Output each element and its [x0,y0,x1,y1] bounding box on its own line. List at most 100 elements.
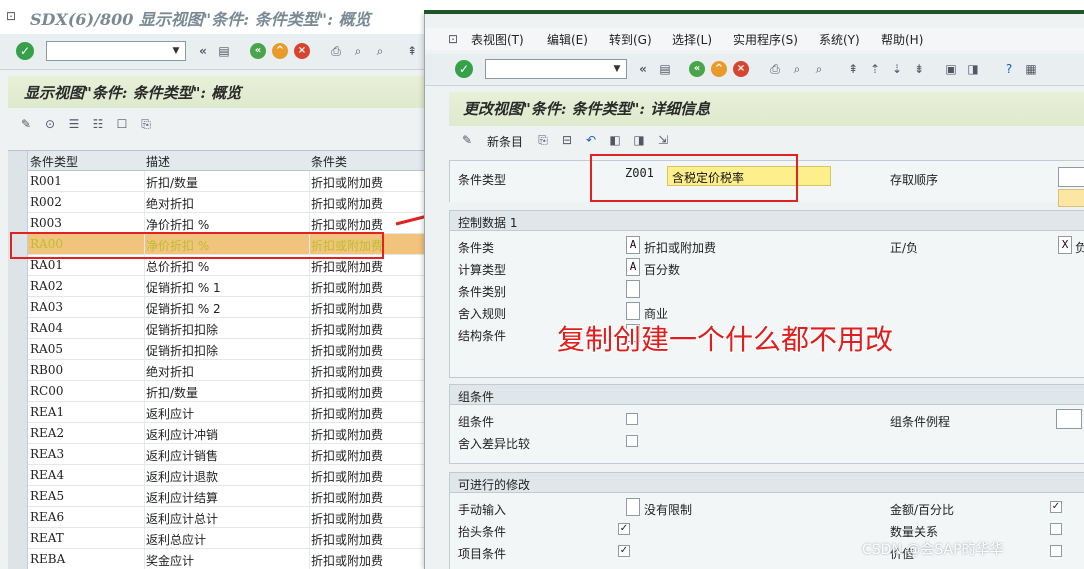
window-menu-icon[interactable]: ⊡ [6,9,20,23]
display-change-icon[interactable]: ✎ [18,116,34,132]
select-block-icon[interactable]: ☷ [90,116,106,132]
enter-icon[interactable]: ✓ [455,60,473,78]
table-row[interactable]: RB00 绝对折扣 折扣或附加费 [8,360,440,381]
row-selector[interactable] [8,465,28,486]
first-page-icon[interactable]: ⇞ [845,61,861,77]
find-icon[interactable]: ⌕ [350,43,366,59]
table-row[interactable]: REA6 返利应计总计 折扣或附加费 [8,507,440,528]
find-next-icon[interactable]: ⌕ [811,61,827,77]
chevron-down-icon[interactable]: ▼ [168,42,184,60]
next-entry-icon[interactable]: ◨ [631,132,647,148]
table-row[interactable]: R001 折扣/数量 折扣或附加费 [8,171,440,192]
row-selector[interactable] [8,171,28,192]
table-row[interactable]: REA3 返利应计销售 折扣或附加费 [8,444,440,465]
exit-icon[interactable]: ^ [272,43,288,59]
command-field[interactable]: ▼ [46,41,186,61]
table-row[interactable]: RA02 促销折扣 % 1 折扣或附加费 [8,276,440,297]
history-back-icon[interactable]: « [195,43,211,59]
enter-icon[interactable]: ✓ [16,42,34,60]
row-selector[interactable] [8,402,28,423]
row-selector[interactable] [8,276,28,297]
new-entries-button[interactable]: 新条目 [487,133,523,150]
find-icon[interactable]: ⌕ [789,61,805,77]
help-icon[interactable]: ? [1001,61,1017,77]
row-selector[interactable] [8,192,28,213]
table-row[interactable]: REA4 返利应计退款 折扣或附加费 [8,465,440,486]
details-icon[interactable]: ⊙ [42,116,58,132]
delete-icon[interactable]: ⊟ [559,132,575,148]
column-header-cond-type[interactable]: 条件类型 [30,153,78,170]
print-icon[interactable]: ⎙ [328,43,344,59]
calc-type-field[interactable]: A [626,258,640,276]
table-row[interactable]: REA1 返利应计 折扣或附加费 [8,402,440,423]
print-icon[interactable]: ⎙ [767,61,783,77]
row-selector[interactable] [8,423,28,444]
table-row[interactable]: REA5 返利应计结算 折扣或附加费 [8,486,440,507]
history-back-icon[interactable]: « [635,61,651,77]
row-selector[interactable] [8,381,28,402]
layout-menu-icon[interactable]: ▦ [1023,61,1039,77]
row-selector[interactable] [8,528,28,549]
deselect-all-icon[interactable]: ☐ [114,116,130,132]
command-field[interactable]: ▼ [485,59,627,79]
menu-item-table-view[interactable]: 表视图(T) [471,31,524,48]
row-selector[interactable] [8,486,28,507]
row-selector[interactable] [8,339,28,360]
cancel-icon[interactable]: × [294,43,310,59]
last-page-icon[interactable]: ⇟ [911,61,927,77]
menu-item-system[interactable]: 系统(Y) [819,31,860,48]
row-selector[interactable] [8,507,28,528]
select-all-icon[interactable]: ☰ [66,116,82,132]
plus-minus-field[interactable]: X [1058,236,1072,254]
amount-pct-checkbox[interactable]: ✓ [1050,501,1062,513]
column-header-cond-class[interactable]: 条件类 [311,153,347,170]
display-change-icon[interactable]: ✎ [459,132,475,148]
manual-entry-field[interactable] [626,498,640,516]
save-icon[interactable]: ▤ [216,43,232,59]
first-page-icon[interactable]: ⇞ [404,43,420,59]
group-routine-field[interactable] [1056,409,1082,429]
column-header-description[interactable]: 描述 [146,153,170,170]
select-all-cell[interactable] [8,151,28,171]
copy-as-icon[interactable]: ⎘ [535,132,551,148]
window-menu-icon[interactable]: ⊡ [445,31,461,47]
table-row[interactable]: RA05 促销折扣扣除 折扣或附加费 [8,339,440,360]
item-cond-checkbox[interactable]: ✓ [618,545,630,557]
menu-item-edit[interactable]: 编辑(E) [547,31,588,48]
previous-page-icon[interactable]: ⇡ [867,61,883,77]
header-cond-checkbox[interactable]: ✓ [618,523,630,535]
back-icon[interactable]: « [250,43,266,59]
table-row[interactable]: REAT 返利总应计 折扣或附加费 [8,528,440,549]
row-selector[interactable] [8,297,28,318]
previous-entry-icon[interactable]: ◧ [607,132,623,148]
cond-category-field[interactable] [626,280,640,298]
value-checkbox[interactable] [1050,545,1062,557]
menu-item-help[interactable]: 帮助(H) [881,31,923,48]
table-row[interactable]: RA04 促销折扣扣除 折扣或附加费 [8,318,440,339]
table-row[interactable]: REBA 奖金应计 折扣或附加费 [8,549,440,569]
transport-icon[interactable]: ⇲ [655,132,671,148]
round-diff-checkbox[interactable] [626,435,638,447]
menu-item-utilities[interactable]: 实用程序(S) [733,31,798,48]
menu-item-goto[interactable]: 转到(G) [609,31,652,48]
cancel-icon[interactable]: × [733,61,749,77]
row-selector[interactable] [8,444,28,465]
exit-icon[interactable]: ^ [711,61,727,77]
row-selector[interactable] [8,549,28,569]
document-search-icon[interactable]: ⎘ [138,116,154,132]
row-selector[interactable] [8,318,28,339]
find-next-icon[interactable]: ⌕ [372,43,388,59]
row-selector[interactable] [8,360,28,381]
shortcut-icon[interactable]: ◨ [965,61,981,77]
cond-class-field[interactable]: A [626,236,640,254]
chevron-down-icon[interactable]: ▼ [609,60,625,78]
create-session-icon[interactable]: ▣ [943,61,959,77]
menu-item-selection[interactable]: 选择(L) [672,31,712,48]
table-row[interactable]: REA2 返利应计冲销 折扣或附加费 [8,423,440,444]
next-page-icon[interactable]: ⇣ [889,61,905,77]
access-seq-field[interactable] [1058,167,1084,187]
table-row[interactable]: RA03 促销折扣 % 2 折扣或附加费 [8,297,440,318]
qty-relation-checkbox[interactable] [1050,523,1062,535]
table-row[interactable]: R002 绝对折扣 折扣或附加费 [8,192,440,213]
back-icon[interactable]: « [689,61,705,77]
